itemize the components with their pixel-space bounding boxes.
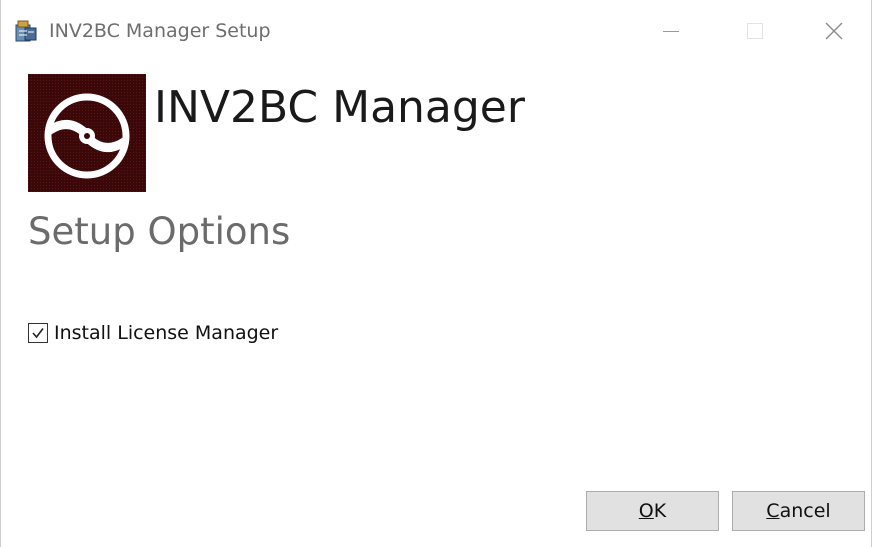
cancel-mnemonic: C (766, 500, 780, 522)
section-title: Setup Options (28, 210, 291, 253)
install-license-manager-checkbox[interactable] (28, 323, 48, 343)
window-title: INV2BC Manager Setup (49, 20, 271, 42)
maximize-icon (747, 23, 763, 39)
close-button[interactable] (797, 0, 871, 62)
minimize-icon (663, 30, 679, 32)
install-license-manager-option[interactable]: Install License Manager (28, 320, 278, 346)
minimize-button[interactable] (629, 0, 713, 62)
cancel-button[interactable]: Cancel (732, 491, 865, 531)
close-icon (825, 22, 843, 40)
checkbox-label: Install License Manager (54, 322, 279, 344)
title-bar[interactable]: INV2BC Manager Setup (1, 0, 871, 62)
app-name-heading: INV2BC Manager (154, 82, 525, 133)
checkmark-icon (32, 328, 44, 339)
maximize-button[interactable] (713, 0, 797, 62)
app-logo (28, 74, 146, 192)
ok-label-rest: K (653, 500, 667, 522)
disc-icon (28, 74, 146, 192)
ok-button[interactable]: OK (586, 491, 719, 531)
installer-app-icon (15, 20, 37, 42)
setup-window: INV2BC Manager Setup INV2BC Manager Setu… (0, 0, 872, 547)
cancel-label-rest: ancel (779, 500, 831, 522)
ok-mnemonic: O (638, 500, 654, 522)
